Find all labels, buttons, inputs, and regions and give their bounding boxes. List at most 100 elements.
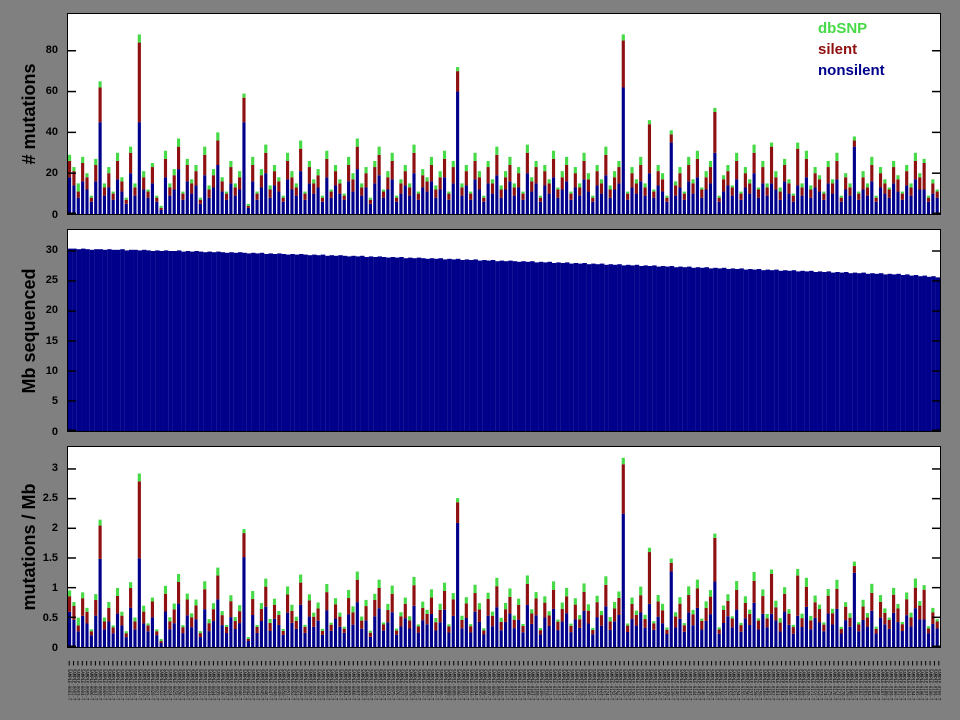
bar-segment	[94, 181, 97, 214]
bar-segment	[879, 602, 882, 618]
bar-segment	[255, 633, 258, 647]
bar-segment	[657, 602, 660, 617]
bar-segment	[905, 274, 909, 431]
y-tick-mark	[68, 91, 76, 92]
bar-segment	[190, 627, 193, 647]
bar-segment	[539, 198, 542, 202]
bar-segment	[77, 618, 80, 626]
x-tick-mark	[73, 661, 74, 666]
bar-segment	[399, 179, 402, 183]
bar-segment	[875, 629, 878, 634]
bar-segment	[905, 592, 908, 599]
bar-segment	[796, 185, 799, 214]
bar-segment	[866, 274, 870, 431]
bar-segment	[822, 272, 826, 431]
bar-segment	[739, 625, 742, 632]
x-tick-mark	[239, 661, 240, 666]
bar-segment	[909, 617, 912, 626]
bar-segment	[779, 192, 782, 200]
bar-segment	[138, 122, 141, 214]
bar-segment	[487, 616, 490, 647]
bar-segment	[247, 253, 251, 431]
bar-segment	[487, 261, 491, 431]
bar-segment	[303, 633, 306, 647]
bar-segment	[661, 179, 664, 191]
mb-sequenced-bars	[68, 230, 940, 431]
bar-segment	[709, 614, 712, 647]
bar-segment	[277, 625, 280, 647]
bar-segment	[779, 187, 782, 191]
bar-segment	[378, 608, 381, 647]
bar-segment	[465, 171, 468, 185]
bar-segment	[364, 167, 367, 173]
bar-segment	[901, 275, 905, 431]
x-tick-mark	[331, 661, 332, 666]
bar-segment	[779, 618, 782, 622]
bar-segment	[212, 252, 216, 431]
bar-segment	[303, 255, 307, 431]
bar-segment	[931, 179, 934, 183]
bar-segment	[556, 262, 560, 431]
bar-segment	[85, 612, 88, 624]
bar-segment	[491, 626, 494, 647]
bar-segment	[766, 627, 769, 647]
y-tick-mark	[932, 498, 940, 499]
bar-segment	[530, 613, 533, 623]
x-tick-mark	[300, 661, 301, 666]
bar-segment	[238, 623, 241, 647]
bar-segment	[713, 153, 716, 214]
bar-segment	[748, 625, 751, 647]
bar-segment	[883, 183, 886, 193]
bar-segment	[473, 153, 476, 161]
bar-segment	[504, 177, 507, 189]
bar-segment	[530, 624, 533, 647]
bar-segment	[787, 614, 790, 625]
bar-segment	[443, 259, 447, 431]
bar-segment	[208, 198, 211, 214]
bar-segment	[216, 132, 219, 140]
bar-segment	[500, 190, 503, 198]
bar-segment	[670, 571, 673, 647]
bar-segment	[604, 147, 607, 155]
bar-segment	[857, 192, 860, 194]
bar-segment	[129, 153, 132, 173]
bar-segment	[465, 185, 468, 214]
bar-segment	[678, 167, 681, 173]
x-tick-mark	[877, 661, 878, 666]
x-tick-mark	[895, 661, 896, 666]
bar-segment	[112, 192, 115, 194]
bar-segment	[334, 256, 338, 431]
bar-segment	[896, 175, 899, 179]
bar-segment	[709, 161, 712, 167]
x-tick-mark	[86, 661, 87, 666]
x-tick-mark	[685, 661, 686, 666]
bar-segment	[774, 270, 778, 431]
bar-segment	[260, 609, 263, 621]
bar-segment	[408, 187, 411, 195]
bar-segment	[186, 181, 189, 214]
bar-segment	[321, 196, 324, 198]
x-tick-mark	[353, 661, 354, 666]
bar-segment	[582, 611, 585, 647]
bar-segment	[883, 179, 886, 183]
bar-segment	[796, 576, 799, 616]
bar-segment	[835, 589, 838, 609]
bar-segment	[351, 192, 354, 214]
bar-segment	[181, 194, 184, 200]
bar-segment	[936, 621, 939, 628]
bar-segment	[526, 584, 529, 605]
bar-segment	[412, 585, 415, 606]
bar-segment	[452, 593, 455, 599]
bar-segment	[565, 262, 569, 431]
bar-segment	[670, 559, 673, 563]
bar-segment	[164, 159, 167, 177]
bar-segment	[648, 120, 651, 124]
bar-segment	[255, 194, 258, 200]
bar-segment	[146, 631, 149, 647]
bar-segment	[535, 592, 538, 598]
bar-segment	[683, 625, 686, 632]
bar-segment	[718, 629, 721, 633]
bar-segment	[138, 34, 141, 42]
y-tick-mark	[68, 528, 76, 529]
bar-segment	[478, 622, 481, 647]
